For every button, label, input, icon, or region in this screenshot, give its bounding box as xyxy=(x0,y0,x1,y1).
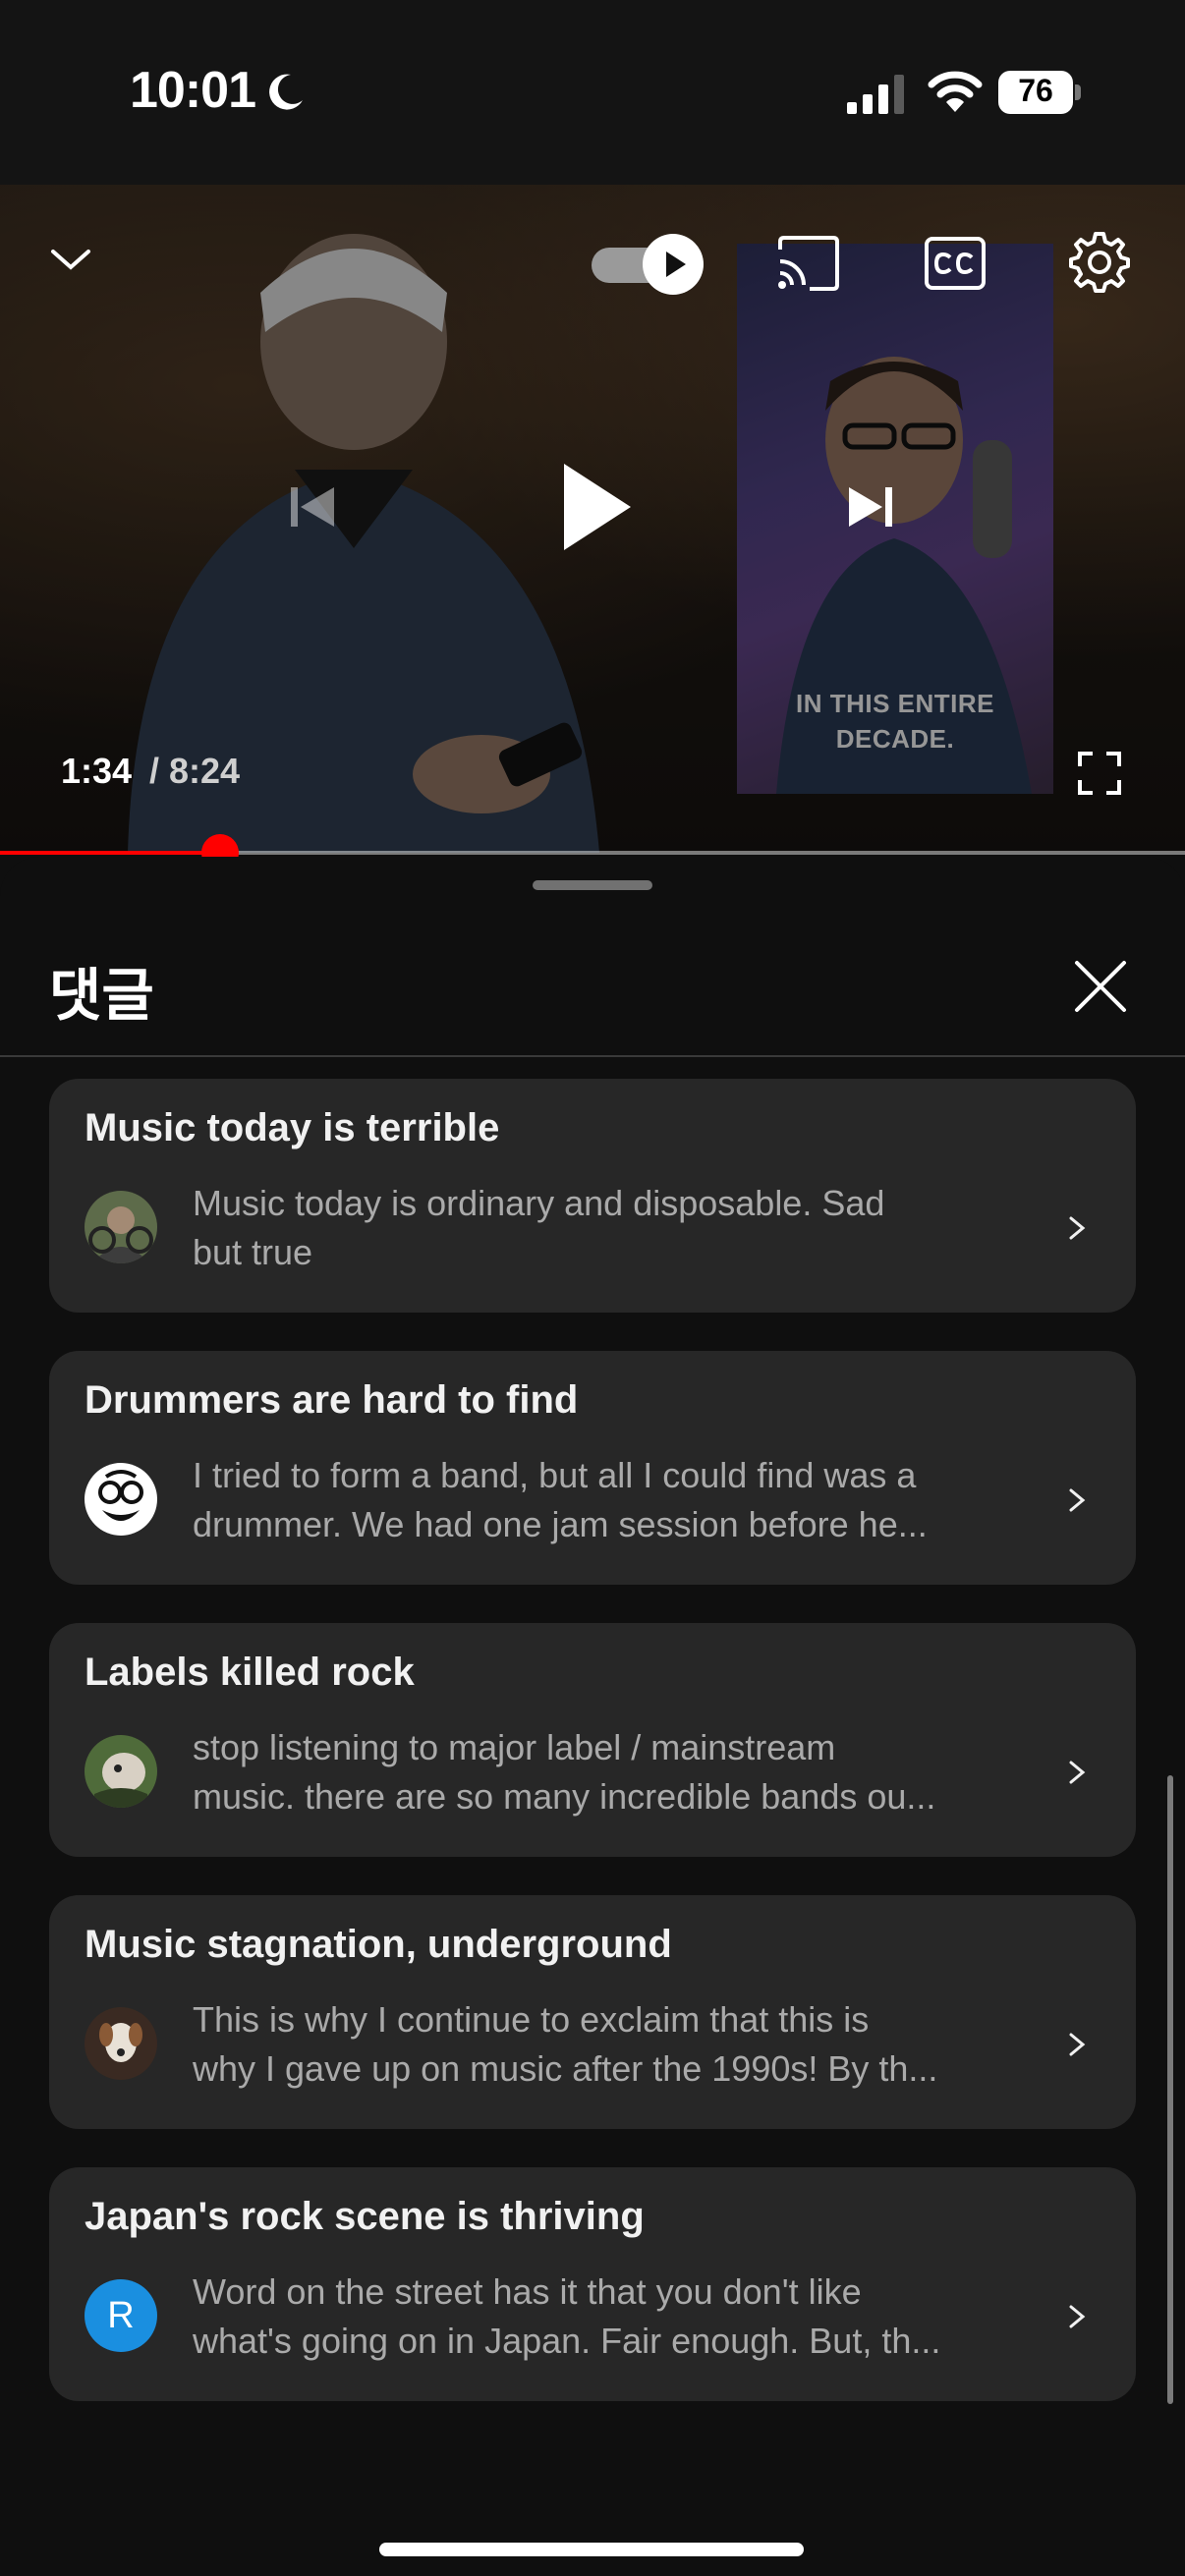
chevron-down-icon[interactable] xyxy=(47,236,94,283)
card-text-line1: stop listening to major label / mainstre… xyxy=(193,1727,836,1767)
card-text-line1: Word on the street has it that you don't… xyxy=(193,2271,862,2312)
comment-summary-card[interactable]: Music stagnation, underground This is wh… xyxy=(49,1895,1136,2129)
comment-summary-card[interactable]: Japan's rock scene is thriving R Word on… xyxy=(49,2167,1136,2401)
avatar xyxy=(85,1463,157,1536)
settings-icon[interactable] xyxy=(1067,230,1132,295)
status-time: 10:01 xyxy=(130,62,256,119)
battery-icon: 76 xyxy=(998,71,1081,114)
sheet-grabber[interactable] xyxy=(533,880,652,890)
video-player[interactable]: IN THIS ENTIRE DECADE. 1:34 / 8:24 xyxy=(0,185,1185,853)
avatar: R xyxy=(85,2279,157,2352)
card-title: Drummers are hard to find xyxy=(85,1378,579,1422)
autoplay-play-icon xyxy=(666,252,686,277)
comment-summary-card[interactable]: Labels killed rock stop listening to maj… xyxy=(49,1623,1136,1857)
cc-icon[interactable] xyxy=(924,236,987,291)
avatar xyxy=(85,2007,157,2080)
card-text-line2: music. there are so many incredible band… xyxy=(193,1776,936,1817)
chevron-right-icon xyxy=(1069,2305,1086,2328)
fullscreen-icon[interactable] xyxy=(1077,751,1122,796)
play-icon[interactable] xyxy=(560,460,635,554)
status-bar: 10:01 76 xyxy=(0,0,1185,185)
home-indicator[interactable] xyxy=(379,2543,804,2556)
current-time: 1:34 xyxy=(61,751,133,791)
scrollbar[interactable] xyxy=(1167,1775,1173,2404)
avatar xyxy=(85,1191,157,1263)
total-time: / 8:24 xyxy=(149,751,241,791)
divider xyxy=(0,1055,1185,1057)
card-text-line2: why I gave up on music after the 1990s! … xyxy=(193,2048,938,2089)
card-title: Music stagnation, underground xyxy=(85,1923,672,1966)
avatar xyxy=(85,1735,157,1808)
card-title: Music today is terrible xyxy=(85,1106,500,1149)
card-text-line2: drummer. We had one jam session before h… xyxy=(193,1504,928,1544)
avatar-letter: R xyxy=(107,2294,135,2336)
sheet-title: 댓글 xyxy=(49,962,154,1029)
chevron-right-icon xyxy=(1069,2033,1086,2056)
card-title: Labels killed rock xyxy=(85,1651,415,1694)
close-icon[interactable] xyxy=(1069,955,1132,1018)
progress-fill xyxy=(0,851,221,855)
card-text-line2: what's going on in Japan. Fair enough. B… xyxy=(193,2321,941,2361)
video-progress-bar[interactable] xyxy=(0,834,1185,871)
chevron-right-icon xyxy=(1069,1216,1086,1240)
autoplay-toggle[interactable] xyxy=(592,234,704,297)
card-title: Japan's rock scene is thriving xyxy=(85,2195,645,2238)
card-text-line2: but true xyxy=(193,1232,313,1272)
card-text-line1: I tried to form a band, but all I could … xyxy=(193,1455,917,1495)
moon-icon xyxy=(269,74,303,110)
wifi-icon xyxy=(928,71,983,112)
chevron-right-icon xyxy=(1069,1761,1086,1784)
next-icon[interactable] xyxy=(843,479,898,534)
signal-icon xyxy=(847,75,904,114)
comment-summary-card[interactable]: Drummers are hard to find I tried to for… xyxy=(49,1351,1136,1585)
card-text-line1: Music today is ordinary and disposable. … xyxy=(193,1183,885,1223)
card-text-line1: This is why I continue to exclaim that t… xyxy=(193,1999,870,2040)
battery-level: 76 xyxy=(1018,73,1053,108)
cast-icon[interactable] xyxy=(776,236,841,291)
comment-summary-card[interactable]: Music today is terrible Music today is o… xyxy=(49,1079,1136,1313)
comments-sheet: 댓글 Music today is terrible Music today i… xyxy=(0,857,1185,2576)
chevron-right-icon xyxy=(1069,1488,1086,1512)
previous-icon[interactable] xyxy=(285,479,340,534)
